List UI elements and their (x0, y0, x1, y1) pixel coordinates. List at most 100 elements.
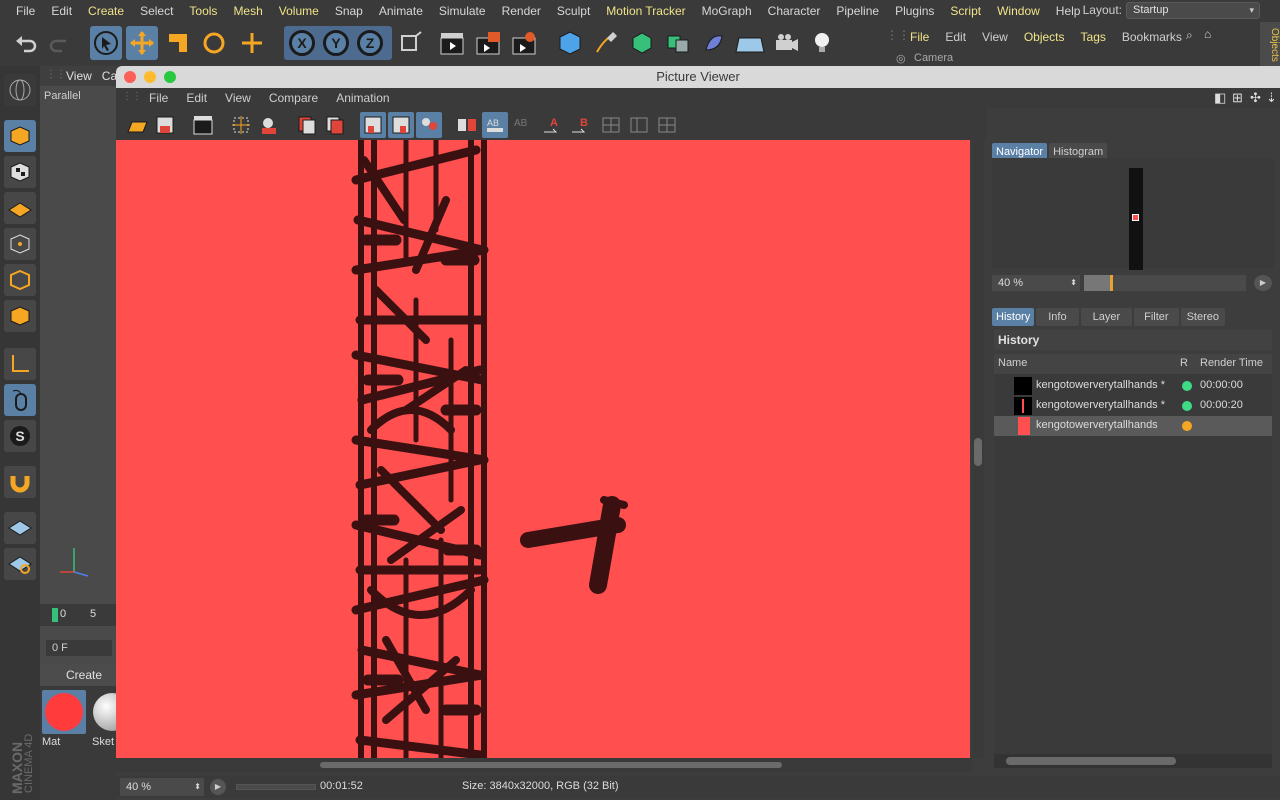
menu-motion-tracker[interactable]: Motion Tracker (598, 4, 693, 18)
history-row[interactable]: kengotowerverytallhands * 00:00:20 (994, 396, 1272, 416)
navigator-zoom-slider[interactable] (1084, 275, 1246, 291)
scale-tool-button[interactable] (162, 26, 194, 60)
save-file-button[interactable] (152, 112, 178, 138)
menu-animate[interactable]: Animate (371, 4, 431, 18)
redo-button[interactable] (44, 26, 76, 60)
column-render-time[interactable]: Render Time (1200, 357, 1263, 369)
collapse-icon[interactable]: ⇣ (1266, 90, 1277, 106)
cube-object-button[interactable] (554, 26, 586, 60)
points-mode-button[interactable] (4, 228, 36, 260)
light-button[interactable] (806, 26, 838, 60)
ab-difference-button[interactable]: AB (482, 112, 508, 138)
menu-tools[interactable]: Tools (181, 4, 225, 18)
x-axis-lock-button[interactable]: X (286, 26, 318, 60)
axis-mode-button[interactable] (4, 348, 36, 380)
timeline[interactable]: 0 5 (40, 604, 116, 626)
interactive-region-button[interactable] (256, 112, 282, 138)
workplane-button[interactable] (4, 192, 36, 224)
menu-script[interactable]: Script (942, 4, 989, 18)
planar-workplane-button[interactable] (4, 548, 36, 580)
picture-viewer-titlebar[interactable]: Picture Viewer (116, 66, 1280, 88)
history-scroll-thumb[interactable] (1006, 757, 1176, 765)
home-icon[interactable]: ⌂ (1204, 27, 1211, 41)
rendered-image-canvas[interactable] (116, 140, 970, 758)
minimize-window-button[interactable] (144, 71, 156, 83)
ab-swap-button[interactable]: AB (510, 112, 536, 138)
lock-workplane-button[interactable] (4, 512, 36, 544)
om-menu-objects[interactable]: Objects (1016, 30, 1073, 44)
ab-compare-a-button[interactable] (360, 112, 386, 138)
select-tool-button[interactable] (90, 26, 122, 60)
viewport-panel[interactable]: View Ca ⋮⋮ Parallel 0 5 0 F Create Mat S… (40, 66, 131, 800)
om-menu-edit[interactable]: Edit (937, 30, 974, 44)
menu-create[interactable]: Create (80, 4, 132, 18)
tab-layer[interactable]: Layer (1080, 308, 1133, 326)
tab-history[interactable]: History (992, 308, 1035, 326)
navigator-zoom-field[interactable]: 40 % ⬍ (992, 275, 1080, 291)
subdivision-button[interactable] (626, 26, 658, 60)
pv-menu-view[interactable]: View (216, 91, 260, 105)
material-create-menu[interactable]: Create (40, 664, 116, 686)
y-axis-lock-button[interactable]: Y (320, 26, 352, 60)
menu-window[interactable]: Window (989, 4, 1048, 18)
new-panel-icon[interactable]: ⊞ (1232, 90, 1243, 106)
current-frame-field[interactable]: 0 F (46, 640, 112, 656)
tab-stereo[interactable]: Stereo (1180, 308, 1225, 326)
history-row[interactable]: kengotowerverytallhands (994, 416, 1272, 436)
camera-object-label[interactable]: Camera (914, 52, 953, 64)
layout-1-button[interactable] (598, 112, 624, 138)
viewport-menu-cameras[interactable]: Ca (102, 69, 117, 83)
tweak-mode-button[interactable] (4, 384, 36, 416)
rotate-tool-button[interactable] (198, 26, 230, 60)
region-button[interactable] (228, 112, 254, 138)
z-axis-lock-button[interactable]: Z (354, 26, 386, 60)
camera-button[interactable] (770, 26, 802, 60)
navigator-play-button[interactable]: ▶ (1254, 275, 1272, 291)
paste-button[interactable] (322, 112, 348, 138)
menu-sculpt[interactable]: Sculpt (549, 4, 598, 18)
open-file-button[interactable] (124, 112, 150, 138)
ab-compare-b-button[interactable] (388, 112, 414, 138)
canvas-vertical-scrollbar[interactable] (972, 140, 984, 758)
om-menu-tags[interactable]: Tags (1073, 30, 1114, 44)
objects-side-tab[interactable]: Objects (1260, 22, 1280, 66)
move-tool-button[interactable] (126, 26, 158, 60)
vertical-scroll-thumb[interactable] (974, 438, 982, 466)
timeline-playhead[interactable] (52, 608, 58, 622)
menu-mesh[interactable]: Mesh (225, 4, 270, 18)
texture-mode-button[interactable] (4, 156, 36, 188)
play-button[interactable]: ▶ (210, 779, 226, 795)
coordinate-system-button[interactable] (394, 26, 426, 60)
menu-edit[interactable]: Edit (43, 4, 80, 18)
menu-character[interactable]: Character (760, 4, 829, 18)
floor-button[interactable] (734, 26, 766, 60)
menu-simulate[interactable]: Simulate (431, 4, 494, 18)
render-view-button[interactable] (436, 26, 468, 60)
navigator-view-rect[interactable] (1132, 214, 1139, 221)
set-as-a-button[interactable]: A (540, 112, 566, 138)
pv-menu-compare[interactable]: Compare (260, 91, 327, 105)
menu-select[interactable]: Select (132, 4, 181, 18)
menu-pipeline[interactable]: Pipeline (828, 4, 887, 18)
horizontal-scroll-thumb[interactable] (320, 762, 782, 768)
move-panel-icon[interactable]: ✣ (1250, 90, 1261, 106)
material-mat-swatch[interactable] (42, 690, 86, 734)
solo-button[interactable]: S (4, 420, 36, 452)
menu-plugins[interactable]: Plugins (887, 4, 942, 18)
layout-select[interactable]: Startup ▾ (1126, 2, 1260, 19)
set-as-b-button[interactable]: B (568, 112, 594, 138)
layout-3-button[interactable] (654, 112, 680, 138)
transform-tool-button[interactable] (236, 26, 268, 60)
array-button[interactable] (662, 26, 694, 60)
pv-menu-animation[interactable]: Animation (327, 91, 398, 105)
render-settings-pv-button[interactable] (190, 112, 216, 138)
pv-menu-edit[interactable]: Edit (177, 91, 216, 105)
model-mode-button[interactable] (4, 120, 36, 152)
undo-button[interactable] (10, 26, 42, 60)
copy-button[interactable] (294, 112, 320, 138)
layout-2-button[interactable] (626, 112, 652, 138)
snap-button[interactable] (4, 466, 36, 498)
menu-volume[interactable]: Volume (271, 4, 327, 18)
navigator-preview[interactable] (992, 158, 1274, 270)
canvas-horizontal-scrollbar[interactable] (116, 758, 972, 772)
